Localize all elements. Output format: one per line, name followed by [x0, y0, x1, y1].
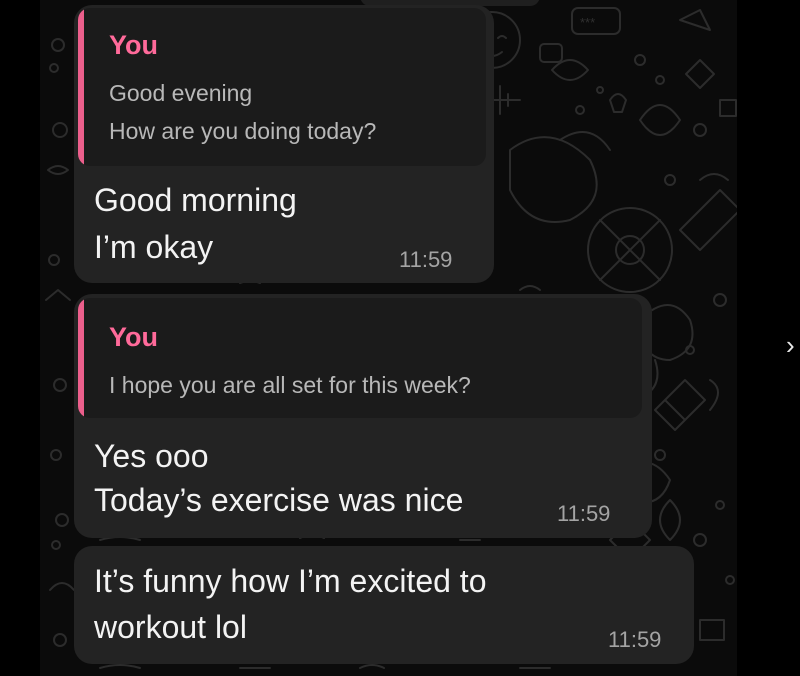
- message-text: Today’s exercise was nice: [94, 482, 464, 518]
- chat-area[interactable]: *** You Good evening How are you doing t…: [40, 0, 737, 676]
- message-text: I’m okay: [94, 229, 214, 265]
- message-timestamp: 11:59: [557, 501, 611, 526]
- message-text: It’s funny how I’m excited to: [94, 563, 487, 599]
- wallpaper-sticker-text: ***: [580, 15, 595, 30]
- message-timestamp: 11:59: [608, 627, 662, 652]
- reply-quote-1[interactable]: You Good evening How are you doing today…: [78, 8, 486, 166]
- reply-quote-text: I hope you are all set for this week?: [109, 372, 471, 398]
- message-timestamp: 11:59: [399, 247, 453, 272]
- reply-quote-author: You: [109, 30, 158, 60]
- reply-quote-author: You: [109, 322, 158, 352]
- message-bubble-2[interactable]: You I hope you are all set for this week…: [74, 294, 652, 538]
- reply-quote-text: How are you doing today?: [109, 118, 377, 144]
- next-arrow-icon[interactable]: ›: [786, 332, 795, 358]
- message-text: Good morning: [94, 182, 297, 218]
- message-bubble-1[interactable]: You Good evening How are you doing today…: [74, 5, 494, 283]
- chat-screen: *** You Good evening How are you doing t…: [0, 0, 800, 676]
- reply-quote-2[interactable]: You I hope you are all set for this week…: [78, 298, 642, 418]
- reply-quote-accent-bar: [78, 298, 84, 418]
- message-text: Yes ooo: [94, 438, 209, 474]
- reply-quote-text: Good evening: [109, 80, 253, 106]
- message-text: workout lol: [94, 609, 247, 645]
- reply-quote-accent-bar: [78, 8, 84, 166]
- message-bubble-3[interactable]: It’s funny how I’m excited to workout lo…: [74, 546, 694, 664]
